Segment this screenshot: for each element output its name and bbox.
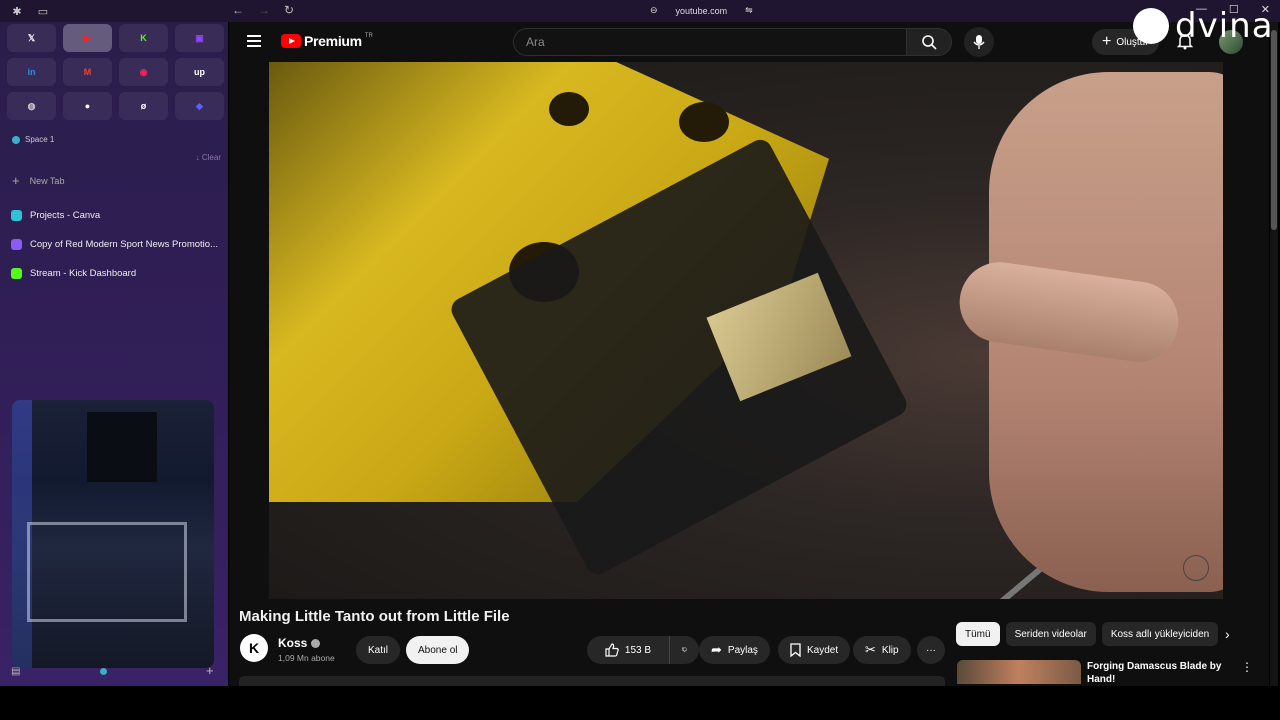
sidebar-tab-label: Projects - Canva (30, 210, 101, 221)
youtube-header: Premium TR Ara + Oluştur dvina (229, 6, 1273, 62)
streamer-watermark: dvina (1133, 6, 1274, 46)
recommendation-title[interactable]: Forging Damascus Blade by Hand! (1087, 660, 1227, 684)
bookmark-icon (790, 643, 801, 657)
scissors-icon: ✂ (865, 642, 876, 657)
webcam-overlay (12, 400, 214, 668)
pinned-tab-kick[interactable]: K (119, 24, 168, 52)
favicon-icon (11, 268, 22, 279)
sidebar-tab-item[interactable]: Projects - Canva (11, 201, 221, 230)
sidebar-tab-label: Stream - Kick Dashboard (30, 268, 137, 279)
pinned-tab-music[interactable]: ◉ (119, 58, 168, 86)
new-tab-button[interactable]: + New Tab (12, 173, 64, 188)
recommendation-filters: Tümü Seriden videolar Koss adlı yükleyicid… (956, 622, 1219, 646)
twitch-icon: ▣ (195, 32, 204, 43)
sidebar-toggle-icon[interactable]: ▭ (36, 4, 50, 18)
pinned-tab-linkedin[interactable]: in (7, 58, 56, 86)
globe-icon: ◍ (27, 100, 36, 111)
filter-chip[interactable]: Tümü (956, 622, 1000, 646)
subscriber-count: 1,09 Mn abone (278, 653, 335, 663)
dislike-button[interactable] (669, 636, 699, 664)
search-button[interactable] (906, 28, 952, 56)
pinned-tabs: 𝕏 ▶ K ▣ in M ◉ up ◍ ● ø ◆ (7, 24, 224, 120)
space-switcher-icon[interactable] (100, 668, 107, 675)
pinned-tab-dot[interactable]: ● (63, 92, 112, 120)
url-display[interactable]: youtube.com (676, 6, 728, 16)
save-button[interactable]: Kaydet (778, 636, 851, 664)
clip-button[interactable]: ✂ Klip (853, 636, 911, 664)
clear-tabs-button[interactable]: ↓ Clear (196, 153, 221, 162)
sidebar-footer: ▤ + (0, 662, 228, 686)
thumbs-up-icon (605, 643, 619, 657)
pinned-tab-discord[interactable]: ◆ (175, 92, 224, 120)
pinned-tab-gmail[interactable]: M (63, 58, 112, 86)
pinned-tab-twitch[interactable]: ▣ (175, 24, 224, 52)
x-icon: 𝕏 (27, 32, 36, 43)
page-scrollbar[interactable] (1270, 22, 1278, 686)
description-box[interactable] (239, 676, 945, 686)
taskbar (0, 686, 1280, 720)
channel-watermark-icon[interactable] (1183, 555, 1209, 581)
subscribe-button[interactable]: Abone ol (406, 636, 470, 664)
like-button[interactable]: 153 B (587, 636, 669, 664)
sidebar: 𝕏 ▶ K ▣ in M ◉ up ◍ ● ø ◆ Space 1 ↓ Clear + New Tab… (0, 22, 228, 686)
more-actions-button[interactable]: ··· (917, 636, 945, 664)
discord-icon: ◆ (196, 100, 203, 111)
more-options-icon[interactable]: ⋮ (1241, 660, 1253, 674)
youtube-logo[interactable]: Premium TR (281, 33, 373, 49)
filter-chip[interactable]: Seriden videolar (1005, 622, 1096, 646)
music-icon: ◉ (139, 66, 148, 77)
plus-icon: + (1102, 33, 1112, 50)
settings-sliders-icon[interactable]: ⇋ (745, 5, 753, 16)
watermark-logo-icon (1133, 8, 1169, 44)
menu-icon[interactable] (247, 35, 261, 47)
dot-icon: ● (84, 101, 91, 111)
pinned-tab-app[interactable]: ø (119, 92, 168, 120)
voice-search-button[interactable] (964, 27, 994, 57)
app-icon: ø (140, 101, 147, 111)
browser-toolbar: ✱ ▭ ← → ↻ ⊖ youtube.com ⇋ — ☐ ✕ (0, 0, 1280, 22)
pinned-tab-globe[interactable]: ◍ (7, 92, 56, 120)
upwork-icon: up (194, 67, 205, 77)
kick-icon: K (140, 33, 147, 43)
filter-chip[interactable]: Koss adlı yükleyiciden (1101, 622, 1219, 646)
sidebar-tab-item[interactable]: Copy of Red Modern Sport News Promotio..… (11, 230, 221, 259)
search-input[interactable]: Ara (513, 28, 907, 56)
gmail-icon: M (83, 67, 92, 77)
tab-list: Projects - Canva Copy of Red Modern Sport… (11, 201, 221, 288)
pinned-tab-x[interactable]: 𝕏 (7, 24, 56, 52)
archive-icon[interactable]: ▤ (11, 666, 20, 677)
verified-icon (311, 639, 321, 649)
youtube-icon: ▶ (84, 32, 91, 43)
pinned-tab-youtube[interactable]: ▶ (63, 24, 112, 52)
favicon-icon (11, 210, 22, 221)
chevron-right-icon[interactable]: › (1225, 626, 1230, 642)
join-button[interactable]: Katıl (356, 636, 401, 664)
space-dot-icon (12, 135, 20, 144)
microphone-icon (973, 35, 985, 49)
space-label[interactable]: Space 1 (12, 135, 54, 144)
thumbs-down-icon (682, 647, 687, 653)
linkedin-icon: in (27, 67, 36, 77)
favicon-icon (11, 239, 22, 250)
back-button[interactable]: ← (232, 3, 244, 17)
share-icon: ➦ (711, 642, 722, 657)
channel-avatar[interactable]: K (240, 634, 268, 662)
search-icon (922, 35, 937, 50)
youtube-play-icon (281, 34, 301, 48)
arc-logo-icon[interactable]: ✱ (10, 4, 24, 18)
share-button[interactable]: ➦ Paylaş (699, 636, 770, 664)
channel-name[interactable]: Koss (278, 636, 321, 650)
add-space-icon[interactable]: + (206, 663, 214, 678)
sidebar-tab-item[interactable]: Stream - Kick Dashboard (11, 259, 221, 288)
video-title: Making Little Tanto out from Little File (239, 608, 510, 625)
video-player[interactable] (269, 62, 1223, 599)
forward-button[interactable]: → (258, 3, 270, 17)
pinned-tab-upwork[interactable]: up (175, 58, 224, 86)
youtube-page: Premium TR Ara + Oluştur dvina Making Li… (229, 6, 1273, 686)
recommendation-thumbnail[interactable] (957, 660, 1081, 684)
link-icon[interactable]: ⊖ (650, 5, 658, 16)
plus-icon: + (12, 173, 20, 188)
reload-button[interactable]: ↻ (284, 3, 294, 17)
sidebar-tab-label: Copy of Red Modern Sport News Promotio..… (30, 239, 218, 250)
